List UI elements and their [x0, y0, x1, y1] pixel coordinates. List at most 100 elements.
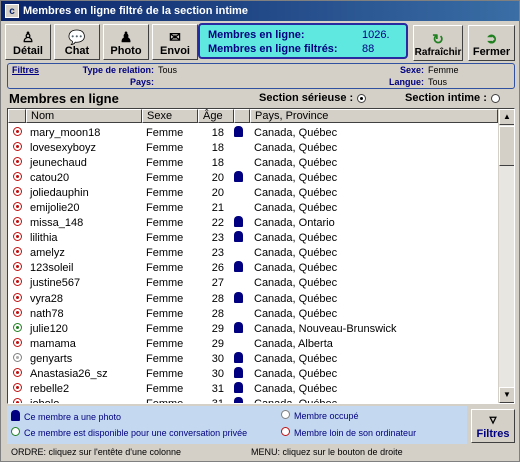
pays-label: Pays:: [129, 77, 154, 87]
envoi-label: Envoi: [160, 45, 190, 57]
status-cell: [8, 307, 26, 320]
table-row[interactable]: mary_moon18 Femme 18 Canada, Québec: [8, 125, 498, 140]
photo-icon: [234, 321, 243, 333]
away-icon: [12, 156, 22, 166]
section-serieuse-option[interactable]: Section sérieuse :: [259, 92, 367, 104]
langue-label: Langue:: [389, 77, 424, 87]
member-age: 21: [211, 202, 224, 215]
member-location: Canada, Nouveau-Brunswick: [254, 322, 397, 335]
member-name: amelyz: [30, 247, 65, 260]
envoi-button[interactable]: ✉ Envoi: [152, 24, 198, 60]
member-name: mary_moon18: [30, 126, 101, 139]
away-icon: [12, 202, 22, 212]
member-sex: Femme: [146, 292, 184, 305]
busy-icon: [12, 352, 22, 362]
online-count-value: 1026.: [362, 29, 390, 41]
member-location: Canada, Québec: [254, 277, 338, 290]
table-row[interactable]: vyra28 Femme 28 Canada, Québec: [8, 291, 498, 306]
status-cell: [8, 352, 26, 365]
section-intime-radio[interactable]: [490, 93, 500, 103]
column-header-age[interactable]: Âge: [198, 109, 234, 123]
photo-icon: [234, 170, 243, 182]
member-age: 23: [211, 247, 224, 260]
member-name: Anastasia26_sz: [30, 368, 108, 381]
away-icon: [12, 171, 22, 181]
envelope-icon: ✉: [169, 29, 181, 45]
away-icon: [12, 277, 22, 287]
table-row[interactable]: julie120 Femme 29 Canada, Nouveau-Brunswick: [8, 321, 498, 336]
fermer-label: Fermer: [472, 46, 511, 58]
status-cell: [8, 247, 26, 259]
table-row[interactable]: lovesexyboyz Femme 18 Canada, Québec: [8, 140, 498, 155]
column-header-status[interactable]: [8, 109, 26, 123]
filtres-button[interactable]: ▿ Filtres: [471, 409, 515, 443]
person-icon: ♙: [21, 29, 35, 45]
member-age: 18: [211, 156, 224, 169]
vertical-scrollbar[interactable]: ▲ ▼: [498, 109, 514, 403]
member-age: 31: [198, 398, 234, 403]
member-age: 31: [211, 383, 224, 396]
table-row[interactable]: rebelle2 Femme 31 Canada, Québec: [8, 382, 498, 397]
member-location: Canada, Québec: [254, 352, 338, 365]
member-sex: Femme: [146, 141, 184, 154]
table-row[interactable]: nath78 Femme 28 Canada, Québec: [8, 306, 498, 321]
fermer-button[interactable]: ➲ Fermer: [468, 25, 515, 61]
table-row[interactable]: 123soleil Femme 26 Canada, Québec: [8, 261, 498, 276]
chat-button[interactable]: 💬 Chat: [54, 24, 100, 60]
column-header-photo[interactable]: [234, 109, 250, 123]
away-icon: [12, 368, 22, 378]
table-row[interactable]: justine567 Femme 27 Canada, Québec: [8, 276, 498, 291]
table-row[interactable]: lilithia Femme 23 Canada, Québec: [8, 231, 498, 246]
member-age: 29: [211, 322, 224, 335]
online-stats-panel: Membres en ligne: 1026. Membres en ligne …: [198, 23, 408, 59]
detail-button[interactable]: ♙ Détail: [5, 24, 51, 60]
table-row[interactable]: genyarts Femme 30 Canada, Québec: [8, 351, 498, 366]
column-header-nom[interactable]: Nom: [26, 109, 142, 123]
table-row[interactable]: catou20 Femme 20 Canada, Québec: [8, 170, 498, 185]
status-cell: [8, 126, 26, 139]
column-header-pays[interactable]: Pays, Province: [250, 109, 498, 123]
status-cell: [8, 398, 26, 403]
away-icon: [12, 141, 22, 151]
column-header-sexe[interactable]: Sexe: [142, 109, 198, 123]
table-row[interactable]: joliedauphin Femme 20 Canada, Québec: [8, 185, 498, 200]
section-serieuse-radio[interactable]: [357, 93, 367, 103]
status-cell: [8, 262, 26, 274]
away-icon: [12, 383, 22, 393]
member-name: justine567: [30, 277, 81, 290]
legend-chat-text: Ce membre est disponible pour une conver…: [24, 427, 248, 438]
table-row[interactable]: emijolie20 Femme 21 Canada, Québec: [8, 200, 498, 215]
section-row: Membres en ligne Section sérieuse : Sect…: [7, 91, 515, 107]
section-serieuse-label: Section sérieuse :: [259, 92, 354, 104]
member-sex: Femme: [146, 352, 184, 365]
section-intime-label: Section intime :: [405, 92, 487, 104]
member-location: Canada, Québec: [254, 141, 338, 154]
section-intime-option[interactable]: Section intime :: [405, 92, 500, 104]
table-row[interactable]: missa_148 Femme 22 Canada, Ontario: [8, 216, 498, 231]
away-icon: [12, 398, 22, 403]
table-row[interactable]: joboloFemme31 Canada, Québec: [8, 397, 498, 403]
member-age: 18: [211, 126, 224, 139]
table-row[interactable]: mamama Femme 29 Canada, Alberta: [8, 336, 498, 351]
member-age: 28: [211, 307, 224, 320]
member-sex: Femme: [146, 262, 184, 275]
photo-icon: [234, 367, 243, 379]
scroll-down-icon[interactable]: ▼: [499, 387, 514, 403]
member-location: Canada, Québec: [254, 171, 338, 184]
relation-value: Tous: [158, 65, 178, 75]
member-name: 123soleil: [30, 262, 74, 275]
photo-cell: [234, 351, 250, 366]
legend-busy-text: Membre occupé: [294, 410, 359, 421]
filtres-link[interactable]: Filtres: [12, 65, 39, 75]
sexe-label: Sexe:: [399, 65, 424, 75]
scroll-thumb[interactable]: [499, 126, 514, 166]
relation-label: Type de relation:: [82, 65, 154, 75]
member-location: Canada, Québec: [254, 156, 338, 169]
table-row[interactable]: Anastasia26_sz Femme 30 Canada, Québec: [8, 367, 498, 382]
rafraichir-button[interactable]: ↻ Rafraîchir: [413, 25, 463, 61]
table-row[interactable]: jeunechaud Femme 18 Canada, Québec: [8, 155, 498, 170]
member-sex: Femme: [146, 171, 184, 184]
table-row[interactable]: amelyz Femme 23 Canada, Québec: [8, 246, 498, 261]
photo-button[interactable]: ♟ Photo: [103, 24, 149, 60]
scroll-up-icon[interactable]: ▲: [499, 109, 514, 125]
